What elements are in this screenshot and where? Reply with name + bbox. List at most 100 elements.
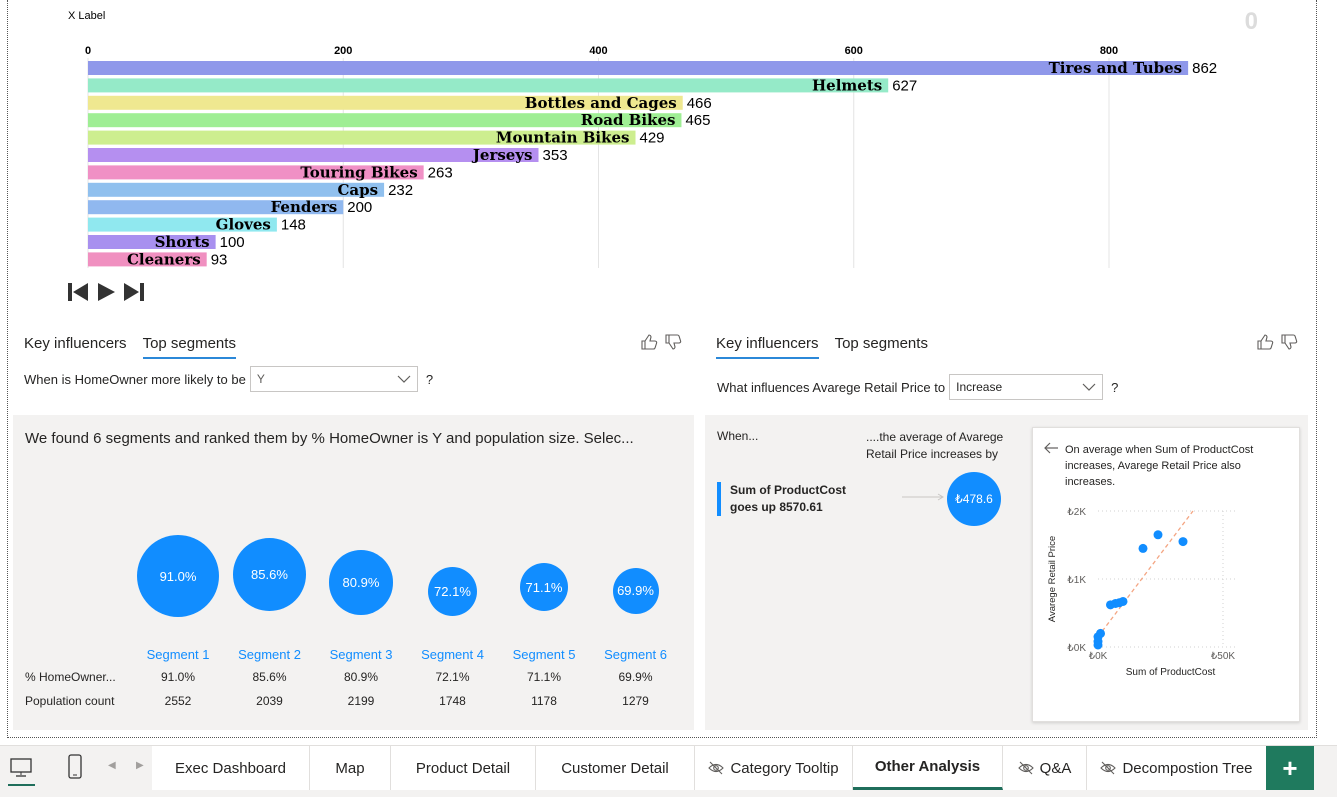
x-tick-label: 800 [1100,45,1118,57]
segment-population-cell: 1178 [531,694,557,708]
segment-name[interactable]: Segment 4 [403,647,503,662]
left-feedback [640,333,682,351]
play-button[interactable] [94,280,118,304]
segment-bubble[interactable]: 69.9% [612,567,659,614]
connector-arrow [902,493,944,501]
thumbs-up-icon[interactable] [1256,333,1274,351]
right-question-row: What influences Avarege Retail Price to … [717,374,1118,400]
left-visual-tabs: Key influencers Top segments [24,335,236,359]
scatter-point[interactable] [1178,537,1188,547]
bar-value-label: 148 [281,217,306,234]
page-tab-product-detail[interactable]: Product Detail [391,746,536,790]
segment-name[interactable]: Segment 5 [494,647,594,662]
bar-category-label: Shorts [155,233,210,251]
scroll-right-arrow[interactable]: ▶ [136,760,144,771]
tab-key-influencers[interactable]: Key influencers [24,335,127,359]
bar[interactable] [88,61,1189,75]
add-page-button[interactable]: + [1266,746,1314,790]
segment-bubble[interactable]: 80.9% [328,550,394,615]
skip-to-end-button[interactable] [122,280,146,304]
bar-value-label: 200 [347,199,372,216]
page-tab-exec-dashboard[interactable]: Exec Dashboard [152,746,310,790]
phone-icon [68,754,82,779]
bar-category-label: Road Bikes [581,111,676,129]
page-tab-label: Product Detail [415,759,511,777]
tab-top-segments[interactable]: Top segments [835,335,928,359]
segment-population-cell: 2199 [347,694,375,708]
report-canvas: X Label 0 200 400 600 800 Tires and Tubes 862 He… [7,0,1317,738]
impact-bubble[interactable]: ₺478.6 [947,472,1001,526]
scatter-point[interactable] [1118,596,1128,606]
tab-key-influencers[interactable]: Key influencers [716,335,819,359]
thumbs-up-icon[interactable] [640,333,658,351]
bar-value-label: 93 [211,251,228,268]
bar-category-label: Touring Bikes [300,163,417,181]
segment-bubble[interactable]: 85.6% [233,537,306,611]
frame-counter: 0 [1244,8,1258,35]
thumbs-down-icon[interactable] [664,333,682,351]
back-arrow-icon[interactable] [1043,442,1059,454]
bar-category-label: Tires and Tubes [1049,59,1182,77]
influencer-factor[interactable]: Sum of ProductCost goes up 8570.61 [717,482,877,516]
bar-value-label: 232 [388,182,413,199]
page-tab-category-tooltip[interactable]: Category Tooltip [695,746,853,790]
desktop-view-button[interactable] [6,752,36,782]
segment-pct-cell: 72.1% [435,670,470,684]
bar-value-label: 429 [640,130,665,147]
scatter-y-tick: ₺1K [1067,575,1086,586]
segment-name[interactable]: Segment 3 [311,647,411,662]
segment-population-cell: 2039 [256,694,283,708]
key-influencers-panel: When... ....the average of Avarege Retai… [705,415,1308,730]
tab-top-segments[interactable]: Top segments [142,335,236,359]
bar[interactable] [88,78,889,93]
page-tab-map[interactable]: Map [310,746,391,790]
segment-name[interactable]: Segment 1 [128,647,228,662]
right-feedback [1256,333,1298,351]
hidden-eye-icon [1017,761,1034,775]
detail-description: On average when Sum of ProductCost incre… [1065,444,1254,488]
scatter-x-tick: ₺50K [1211,651,1235,662]
left-qmark: ? [425,371,434,387]
page-tab-label: Other Analysis [874,758,981,775]
page-tab-label: Map [335,759,365,777]
chevron-down-icon [1082,383,1096,391]
scatter-x-label: Sum of ProductCost [1126,667,1216,678]
scatter-y-label: Avarege Retail Price [1047,536,1058,622]
increase-dropdown[interactable]: Increase [949,374,1104,400]
page-tab-q-a[interactable]: Q&A [1003,746,1087,790]
skip-to-start-button[interactable] [66,280,90,304]
scroll-left-arrow[interactable]: ◀ [108,760,116,771]
bar-category-label: Helmets [812,76,882,94]
bar[interactable] [88,148,539,162]
scatter-plot: ₺2K ₺1K ₺0K₺0K ₺50K Avarege Retail Price Sum … [1047,507,1238,678]
scatter-point[interactable] [1096,628,1105,638]
scatter-y-tick: ₺0K [1067,643,1086,654]
segment-bubble[interactable]: 71.1% [519,563,569,612]
play-icon [98,283,115,301]
hidden-eye-icon [708,761,725,775]
bar-category-label: Caps [337,181,378,199]
x-axis-label: X Label [68,10,105,22]
segment-bubble[interactable]: 72.1% [427,566,478,617]
bar-value-label: 263 [428,164,453,181]
active-view-indicator [8,784,35,786]
mobile-view-button[interactable] [60,752,90,782]
scatter-point[interactable] [1138,543,1148,553]
segment-name[interactable]: Segment 6 [586,647,686,662]
hidden-eye-icon [1100,761,1117,775]
segment-bubble[interactable]: 91.0% [137,535,219,617]
scatter-point[interactable] [1153,530,1163,540]
page-tab-label: Category Tooltip [730,759,839,777]
page-tab-other-analysis[interactable]: Other Analysis [853,746,1003,790]
segment-population-cell: 2552 [164,694,192,708]
segment-name[interactable]: Segment 2 [220,647,320,662]
bar-value-label: 466 [687,95,712,112]
thumbs-down-icon[interactable] [1280,333,1298,351]
desktop-icon [10,758,32,777]
x-tick-label: 200 [334,45,352,57]
page-tab-customer-detail[interactable]: Customer Detail [536,746,695,790]
page-tab-decompostion-tree[interactable]: Decompostion Tree [1087,746,1267,790]
left-question-label: When is HomeOwner more likely to be [24,371,246,387]
homeowner-dropdown[interactable]: Y [249,366,418,392]
page-tab-label: Exec Dashboard [175,759,286,777]
